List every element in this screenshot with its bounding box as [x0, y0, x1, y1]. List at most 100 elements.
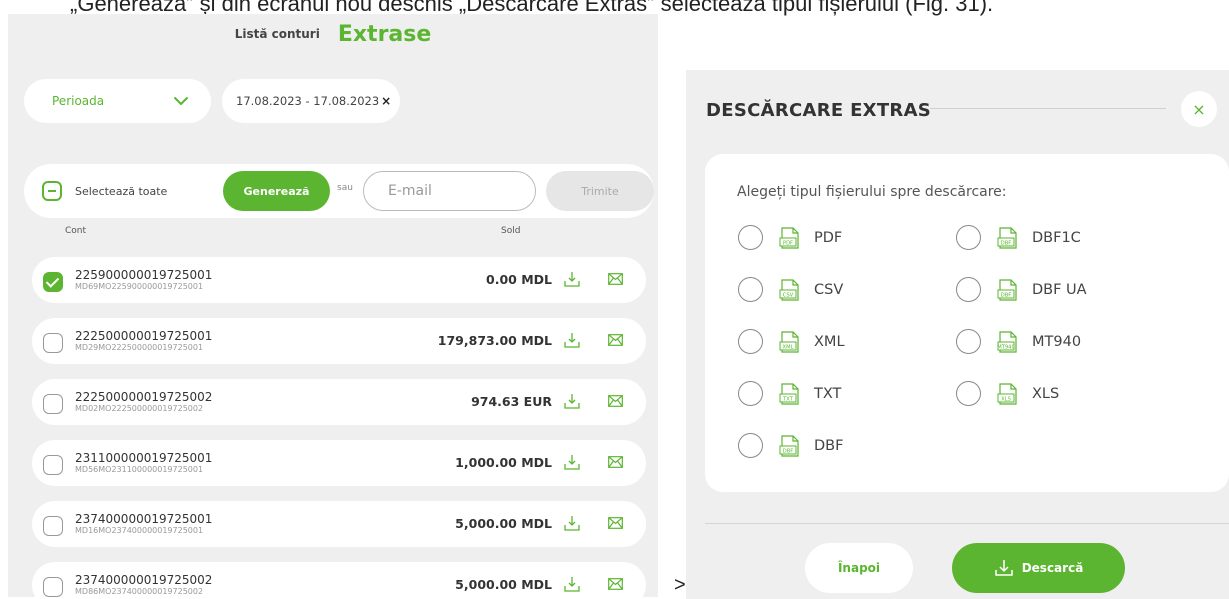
select-all-label: Selectează toate	[75, 184, 168, 198]
account-balance: 179,873.00 MDL	[437, 333, 552, 348]
file-icon: XML	[779, 330, 799, 353]
file-type-label: MT940	[1032, 333, 1082, 350]
action-bar: Selectează toate Generează sau Trimite	[24, 164, 654, 218]
file-type-option[interactable]: MT940 MT940	[956, 329, 1081, 354]
file-type-label: PDF	[814, 229, 843, 246]
file-type-radio[interactable]	[738, 329, 763, 354]
envelope-icon[interactable]	[608, 578, 623, 590]
account-iban: MD56MO231100000019725001	[75, 465, 204, 474]
file-icon: PDF	[779, 226, 799, 249]
envelope-icon[interactable]	[608, 517, 623, 529]
download-button[interactable]: Descarcă	[952, 543, 1125, 593]
account-balance: 0.00 MDL	[486, 272, 552, 287]
account-number: 222500000019725002	[75, 390, 213, 404]
file-type-label: DBF UA	[1032, 281, 1087, 298]
envelope-icon[interactable]	[608, 273, 623, 285]
file-icon: DBF	[997, 226, 1017, 249]
file-type-radio[interactable]	[956, 225, 981, 250]
account-row[interactable]: 222500000019725001 MD29MO2225000000197250…	[32, 318, 646, 364]
file-icon: XLS	[997, 382, 1017, 405]
download-icon[interactable]	[564, 393, 580, 409]
back-button[interactable]: Înapoi	[805, 543, 913, 593]
file-type-option[interactable]: DBF DBF	[738, 433, 843, 458]
account-balance: 1,000.00 MDL	[455, 455, 552, 470]
file-type-label: CSV	[814, 281, 844, 298]
file-type-radio[interactable]	[738, 381, 763, 406]
account-checkbox[interactable]	[43, 455, 63, 475]
file-type-option[interactable]: XLS XLS	[956, 381, 1059, 406]
envelope-icon[interactable]	[608, 334, 623, 346]
file-type-radio[interactable]	[956, 381, 981, 406]
account-row[interactable]: 237400000019725001 MD16MO2374000000197250…	[32, 501, 646, 547]
close-button[interactable]: ×	[1181, 91, 1217, 127]
envelope-icon[interactable]	[608, 395, 623, 407]
account-iban: MD16MO237400000019725001	[75, 526, 204, 535]
file-icon: TXT	[779, 382, 799, 405]
download-icon[interactable]	[564, 576, 580, 592]
account-number: 231100000019725001	[75, 451, 213, 465]
envelope-icon[interactable]	[608, 456, 623, 468]
dialog-title: DESCĂRCARE EXTRAS	[706, 100, 932, 121]
file-type-option[interactable]: DBF DBF1C	[956, 225, 1081, 250]
account-checkbox[interactable]	[43, 394, 63, 414]
select-all-checkbox[interactable]	[42, 181, 62, 201]
file-type-radio[interactable]	[738, 277, 763, 302]
file-type-radio[interactable]	[738, 225, 763, 250]
file-type-radio[interactable]	[956, 329, 981, 354]
email-input[interactable]	[363, 171, 536, 211]
period-dropdown[interactable]: Perioada	[24, 79, 211, 123]
file-type-radio[interactable]	[738, 433, 763, 458]
tab-account-list[interactable]: Listă conturi	[235, 27, 320, 41]
account-row[interactable]: 237400000019725002 MD86MO2374000000197250…	[32, 562, 646, 599]
send-button[interactable]: Trimite	[546, 171, 654, 211]
select-all[interactable]: Selectează toate	[42, 181, 167, 201]
accounts-list: 225900000019725001 MD69MO2259000000197250…	[32, 257, 646, 599]
title-divider	[930, 108, 1166, 109]
column-header-account: Cont	[65, 226, 87, 236]
file-type-prompt: Alegeți tipul fișierului spre descărcare…	[737, 184, 1007, 200]
download-icon[interactable]	[564, 515, 580, 531]
svg-text:DBF: DBF	[1001, 240, 1012, 246]
file-icon: DBF	[997, 278, 1017, 301]
tab-statements[interactable]: Extrase	[338, 22, 431, 47]
date-range-chip[interactable]: 17.08.2023 - 17.08.2023 ×	[222, 79, 400, 123]
svg-text:PDF: PDF	[783, 240, 793, 246]
file-type-option[interactable]: CSV CSV	[738, 277, 843, 302]
account-iban: MD29MO222500000019725001	[75, 343, 204, 352]
account-checkbox[interactable]	[43, 516, 63, 536]
file-type-option[interactable]: PDF PDF	[738, 225, 842, 250]
account-iban: MD69MO225900000019725001	[75, 282, 204, 291]
download-icon[interactable]	[564, 332, 580, 348]
tab-bar: Listă conturi Extrase	[8, 14, 658, 54]
generate-button[interactable]: Generează	[223, 171, 330, 211]
file-type-option[interactable]: DBF DBF UA	[956, 277, 1087, 302]
account-row[interactable]: 222500000019725002 MD02MO2225000000197250…	[32, 379, 646, 425]
download-icon[interactable]	[564, 454, 580, 470]
column-header-balance: Sold	[501, 226, 521, 236]
clear-date-icon[interactable]: ×	[381, 94, 391, 108]
account-number: 237400000019725001	[75, 512, 213, 526]
file-type-label: XLS	[1032, 385, 1060, 402]
account-iban: MD02MO222500000019725002	[75, 404, 204, 413]
account-checkbox[interactable]	[43, 577, 63, 597]
account-checkbox[interactable]	[43, 272, 63, 292]
account-row[interactable]: 231100000019725001 MD56MO2311000000197250…	[32, 440, 646, 486]
account-number: 225900000019725001	[75, 268, 213, 282]
account-row[interactable]: 225900000019725001 MD69MO2259000000197250…	[32, 257, 646, 303]
file-type-label: XML	[814, 333, 845, 350]
file-type-label: DBF	[814, 437, 844, 454]
file-type-option[interactable]: TXT TXT	[738, 381, 841, 406]
download-icon	[994, 560, 1013, 576]
file-type-label: DBF1C	[1032, 229, 1081, 246]
file-type-radio[interactable]	[956, 277, 981, 302]
svg-text:DBF: DBF	[1001, 292, 1012, 298]
account-balance: 5,000.00 MDL	[455, 577, 552, 592]
svg-text:TXT: TXT	[782, 396, 794, 402]
account-number: 222500000019725001	[75, 329, 213, 343]
file-type-option[interactable]: XML XML	[738, 329, 845, 354]
svg-text:XLS: XLS	[1001, 396, 1011, 402]
account-balance: 974.63 EUR	[471, 394, 552, 409]
download-icon[interactable]	[564, 271, 580, 287]
account-iban: MD86MO237400000019725002	[75, 587, 204, 596]
account-checkbox[interactable]	[43, 333, 63, 353]
